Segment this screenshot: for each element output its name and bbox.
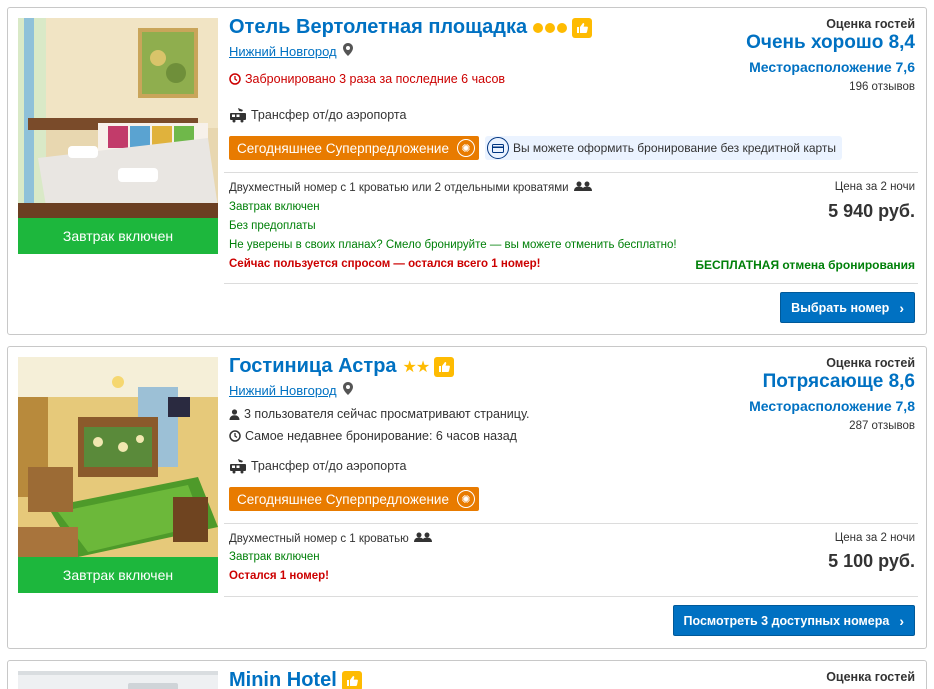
city-link[interactable]: Нижний Новгород xyxy=(229,44,337,59)
breakfast-photo-badge: Завтрак включен xyxy=(18,218,218,254)
location-score: Месторасположение 7,8 xyxy=(749,398,915,414)
no-credit-card-text: Вы можете оформить бронирование без кред… xyxy=(512,141,837,155)
hotel-photo[interactable] xyxy=(18,671,218,689)
free-cancel-note: Не уверены в своих планах? Смело брониру… xyxy=(229,239,677,251)
guest-score[interactable]: Очень хорошо 8,4 xyxy=(746,32,915,54)
location-score: Месторасположение 7,6 xyxy=(749,59,915,75)
select-room-button-label: Выбрать номер xyxy=(791,300,890,315)
airport-transfer-text: Трансфер от/до аэропорта xyxy=(251,108,407,122)
divider xyxy=(224,523,918,524)
review-count[interactable]: 287 отзывов xyxy=(849,420,915,432)
select-room-button[interactable]: Выбрать номер › xyxy=(780,292,915,323)
star-rating-icon: ★★ xyxy=(402,358,431,376)
guest-rating-label: Оценка гостей xyxy=(826,356,915,370)
divider xyxy=(224,172,918,173)
airport-transfer-row: Трансфер от/до аэропорта xyxy=(229,107,406,123)
hotel-name-link[interactable]: Minin Hotel xyxy=(229,669,337,689)
room-type: Двухместный номер с 1 кроватью xyxy=(229,532,432,545)
shuttle-icon xyxy=(229,458,247,474)
credit-card-icon xyxy=(486,137,509,159)
guest-score[interactable]: Потрясающе 8,6 xyxy=(763,371,915,393)
todays-deal-badge: Сегодняшнее Суперпредложение ✺ xyxy=(229,487,479,511)
room-type-text: Двухместный номер с 1 кроватью или 2 отд… xyxy=(229,181,569,194)
see-available-rooms-button[interactable]: Посмотреть 3 доступных номера › xyxy=(672,605,915,636)
hotel-card: Minin Hotel Оценка гостей xyxy=(7,660,927,689)
hotel-photo[interactable] xyxy=(18,357,218,557)
hotel-name-link[interactable]: Гостиница Астра xyxy=(229,355,397,378)
city-row: Нижний Новгород xyxy=(229,382,353,398)
last-room-notice: Остался 1 номер! xyxy=(229,570,329,582)
hotel-card: Завтрак включен Отель Вертолетная площад… xyxy=(7,7,927,335)
hotel-photo[interactable] xyxy=(18,18,218,218)
thumbs-up-icon xyxy=(572,17,593,38)
rating-dots-icon xyxy=(533,22,568,33)
todays-deal-text: Сегодняшнее Суперпредложение xyxy=(237,491,449,507)
map-pin-icon[interactable] xyxy=(342,382,353,398)
city-row: Нижний Новгород xyxy=(229,43,353,59)
clock-icon xyxy=(229,73,241,85)
todays-deal-text: Сегодняшнее Суперпредложение xyxy=(237,140,449,156)
map-pin-icon[interactable] xyxy=(342,43,353,59)
breakfast-included: Завтрак включен xyxy=(229,551,320,563)
viewers-text: 3 пользователя сейчас просматривают стра… xyxy=(244,407,530,421)
hotel-title-row: Minin Hotel xyxy=(229,669,362,689)
hotel-title-row: Отель Вертолетная площадка xyxy=(229,16,593,39)
room-type: Двухместный номер с 1 кроватью или 2 отд… xyxy=(229,181,592,194)
breakfast-photo-badge: Завтрак включен xyxy=(18,557,218,593)
thumbs-up-icon xyxy=(341,670,362,689)
hotel-card: Завтрак включен Гостиница Астра ★★ Нижни… xyxy=(7,346,927,649)
thumbs-up-icon xyxy=(434,356,455,377)
recent-booking-text: Самое недавнее бронирование: 6 часов наз… xyxy=(245,429,517,443)
deal-row: Сегодняшнее Суперпредложение ✺ Вы можете… xyxy=(229,136,843,160)
guest-rating-label: Оценка гостей xyxy=(826,17,915,31)
guest-rating-label: Оценка гостей xyxy=(826,670,915,684)
user-icon xyxy=(229,408,240,420)
booked-recently-notice: Забронировано 3 раза за последние 6 часо… xyxy=(229,72,505,86)
deal-icon: ✺ xyxy=(456,490,475,508)
airport-transfer-row: Трансфер от/до аэропорта xyxy=(229,458,406,474)
price-label: Цена за 2 ночи xyxy=(834,532,915,544)
no-credit-card-badge: Вы можете оформить бронирование без кред… xyxy=(484,136,843,160)
chevron-right-icon: › xyxy=(899,299,904,316)
price: 5 940 руб. xyxy=(828,201,915,221)
divider xyxy=(224,596,918,597)
booked-recently-text: Забронировано 3 раза за последние 6 часо… xyxy=(245,72,506,86)
shuttle-icon xyxy=(229,107,247,123)
deal-icon: ✺ xyxy=(456,139,475,157)
divider xyxy=(224,283,918,284)
hotel-name-link[interactable]: Отель Вертолетная площадка xyxy=(229,16,527,39)
recent-booking-notice: Самое недавнее бронирование: 6 часов наз… xyxy=(229,429,517,443)
see-available-rooms-button-label: Посмотреть 3 доступных номера xyxy=(683,613,890,628)
viewers-notice: 3 пользователя сейчас просматривают стра… xyxy=(229,407,529,421)
deal-row: Сегодняшнее Суперпредложение ✺ xyxy=(229,487,479,511)
todays-deal-badge: Сегодняшнее Суперпредложение ✺ xyxy=(229,136,479,160)
price-label: Цена за 2 ночи xyxy=(834,181,915,193)
review-count[interactable]: 196 отзывов xyxy=(849,81,915,93)
city-link[interactable]: Нижний Новгород xyxy=(229,383,337,398)
airport-transfer-text: Трансфер от/до аэропорта xyxy=(251,459,407,473)
no-prepayment: Без предоплаты xyxy=(229,220,316,232)
price: 5 100 руб. xyxy=(828,551,915,571)
high-demand-notice: Сейчас пользуется спросом — остался всег… xyxy=(229,258,541,270)
chevron-right-icon: › xyxy=(899,612,904,629)
free-cancel-label: БЕСПЛАТНАЯ отмена бронирования xyxy=(695,258,915,272)
room-type-text: Двухместный номер с 1 кроватью xyxy=(229,532,409,545)
two-guests-icon xyxy=(573,181,592,194)
breakfast-included: Завтрак включен xyxy=(229,201,320,213)
hotel-title-row: Гостиница Астра ★★ xyxy=(229,355,455,378)
two-guests-icon xyxy=(413,532,432,545)
clock-icon xyxy=(229,430,241,442)
